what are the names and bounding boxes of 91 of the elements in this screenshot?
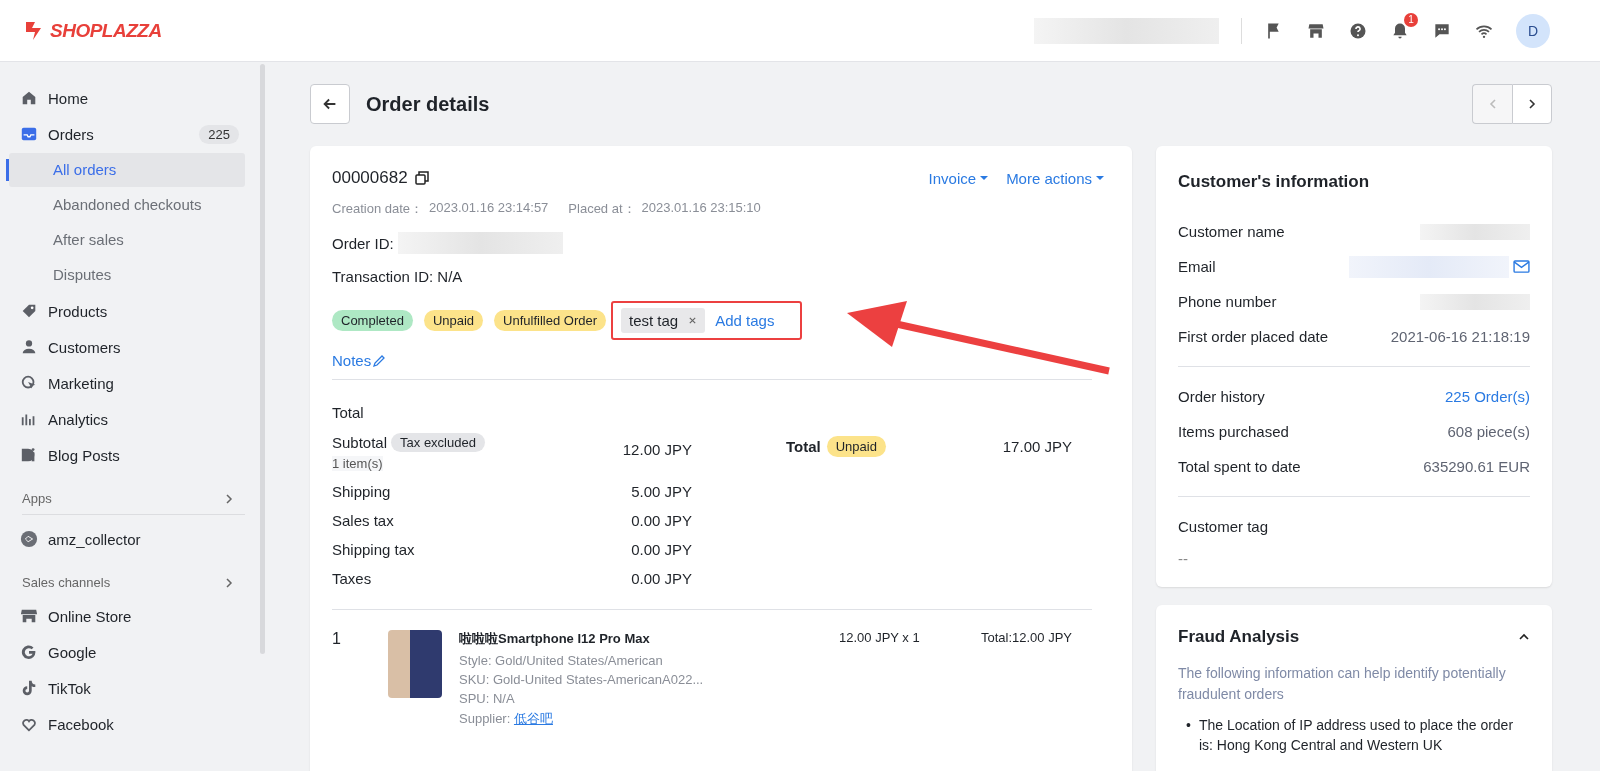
product-detail: Style: Gold/United States/American	[459, 653, 664, 668]
store-icon	[20, 607, 38, 625]
total-label: Shipping	[332, 483, 391, 500]
order-history-link[interactable]: 225 Order(s)	[1444, 388, 1530, 405]
dropdown-button[interactable]: Invoice	[928, 169, 989, 187]
payment-badge: Unpaid	[826, 436, 886, 457]
bullet-marker: •	[1186, 716, 1191, 735]
transaction-id: Transaction ID: N/A	[332, 268, 463, 285]
date-label: Creation date：	[332, 200, 424, 218]
field-label: Customer tag	[1178, 518, 1269, 535]
description: The following information can help identify potentially fraudulent orders	[1178, 664, 1507, 704]
field-label: Order history	[1178, 388, 1265, 405]
total-value: 0.00 JPY	[631, 512, 692, 529]
supplier-link[interactable]: 低谷吧	[513, 711, 553, 726]
supplier-label: Supplier:	[459, 711, 511, 726]
date-value: 2023.01.16 23:14:57	[429, 200, 549, 217]
line-number: 1	[332, 630, 342, 648]
dropdown-button[interactable]: More actions	[1006, 169, 1104, 187]
item-count: 1 item(s)	[332, 456, 383, 471]
total-label: Sales tax	[332, 512, 394, 529]
field-label: Phone number	[1178, 293, 1277, 310]
field-value: 635290.61 EUR	[1423, 458, 1530, 475]
nav-item[interactable]: Google	[0, 634, 246, 670]
grand-total-label: Total	[786, 438, 821, 455]
total-value: 5.00 JPY	[631, 483, 692, 500]
section-title: Sales channels	[22, 575, 111, 590]
field-label: Customer name	[1178, 223, 1285, 240]
card-title: Customer's information	[1178, 172, 1371, 192]
total-value: 12.00 JPY	[622, 441, 692, 458]
product-detail: SKU: Gold-United States-AmericanA022...	[459, 672, 705, 687]
brand-name: SHOPLAZZA	[50, 19, 162, 42]
notes-link[interactable]: Notes	[332, 352, 372, 369]
nav-item[interactable]: amz_collector	[0, 521, 246, 557]
status-badge: Unfulfilled Order	[494, 310, 606, 331]
caret-icon	[1096, 174, 1104, 182]
totals-heading: Total	[332, 404, 365, 421]
status-badge: Unpaid	[423, 310, 484, 331]
close-icon[interactable]	[688, 316, 698, 325]
total-label: Taxes	[332, 570, 372, 587]
add-tags-link[interactable]: Add tags	[715, 312, 775, 329]
field-label: Total spent to date	[1178, 458, 1301, 475]
status-badge: Completed	[332, 310, 413, 331]
total-value: 0.00 JPY	[631, 541, 692, 558]
field-label: Items purchased	[1178, 423, 1289, 440]
field-label: Email	[1178, 258, 1216, 275]
total-value: 0.00 JPY	[631, 570, 692, 587]
total-label: Shipping tax	[332, 541, 415, 558]
field-value: 2021-06-16 21:18:19	[1390, 328, 1530, 345]
date-value: 2023.01.16 23:15:10	[641, 200, 761, 217]
unit-price: 12.00 JPY x 1	[839, 630, 921, 645]
pencil-icon[interactable]	[372, 353, 387, 368]
total-label: Subtotal	[332, 434, 388, 451]
grand-total-value: 17.00 JPY	[1002, 438, 1072, 455]
nav-item[interactable]: Analytics	[0, 401, 246, 437]
section-title: Apps	[22, 491, 52, 506]
bullet-text: The Location of IP address used to place the order is: Hong Kong Central and Western UK	[1198, 716, 1515, 755]
product-detail: SPU: N/A	[459, 691, 516, 706]
avatar[interactable]: D	[1516, 13, 1550, 48]
nav-subitem[interactable]: Disputes	[9, 258, 246, 292]
caret-icon	[980, 174, 989, 182]
nav-item[interactable]: Facebook	[0, 706, 246, 742]
nav-item[interactable]: TikTok	[0, 670, 246, 706]
field-value: --	[1178, 550, 1189, 567]
product-title: 啦啦啦Smartphone I12 Pro Max	[459, 630, 651, 648]
copy-icon[interactable]	[413, 170, 430, 186]
order-id-label: Order ID:	[332, 234, 394, 252]
tag-label: test tag	[629, 312, 679, 329]
order-number: 00000682	[332, 168, 408, 188]
page-title: Order details	[366, 92, 491, 116]
nav-item[interactable]: Home	[0, 80, 246, 116]
tax-badge: Tax excluded	[391, 433, 485, 452]
nav-item[interactable]: Orders 225	[0, 116, 246, 152]
nav-item[interactable]: Blog Posts	[0, 437, 246, 473]
date-label: Placed at：	[568, 200, 636, 218]
notification-badge: 1	[1404, 12, 1418, 27]
field-label: First order placed date	[1178, 328, 1329, 345]
nav-item[interactable]: Products	[0, 293, 246, 329]
card-title: Fraud Analysis	[1178, 627, 1300, 647]
line-total: Total:12.00 JPY	[980, 630, 1072, 645]
mail-icon[interactable]	[1513, 260, 1530, 273]
chevron-right-icon	[1526, 98, 1538, 110]
nav-subitem[interactable]: Abandoned checkouts	[9, 188, 246, 222]
nav-item[interactable]: Online Store	[0, 598, 246, 634]
back-button[interactable]	[310, 84, 350, 124]
nav-subitem[interactable]: All orders	[9, 153, 246, 187]
home-icon	[20, 89, 38, 107]
nav-item[interactable]: Customers	[0, 329, 246, 365]
nav-subitem[interactable]: After sales	[9, 223, 246, 257]
field-value: 608 piece(s)	[1447, 423, 1530, 440]
nav-item[interactable]: Marketing	[0, 365, 246, 401]
photo-placeholder	[388, 630, 442, 698]
